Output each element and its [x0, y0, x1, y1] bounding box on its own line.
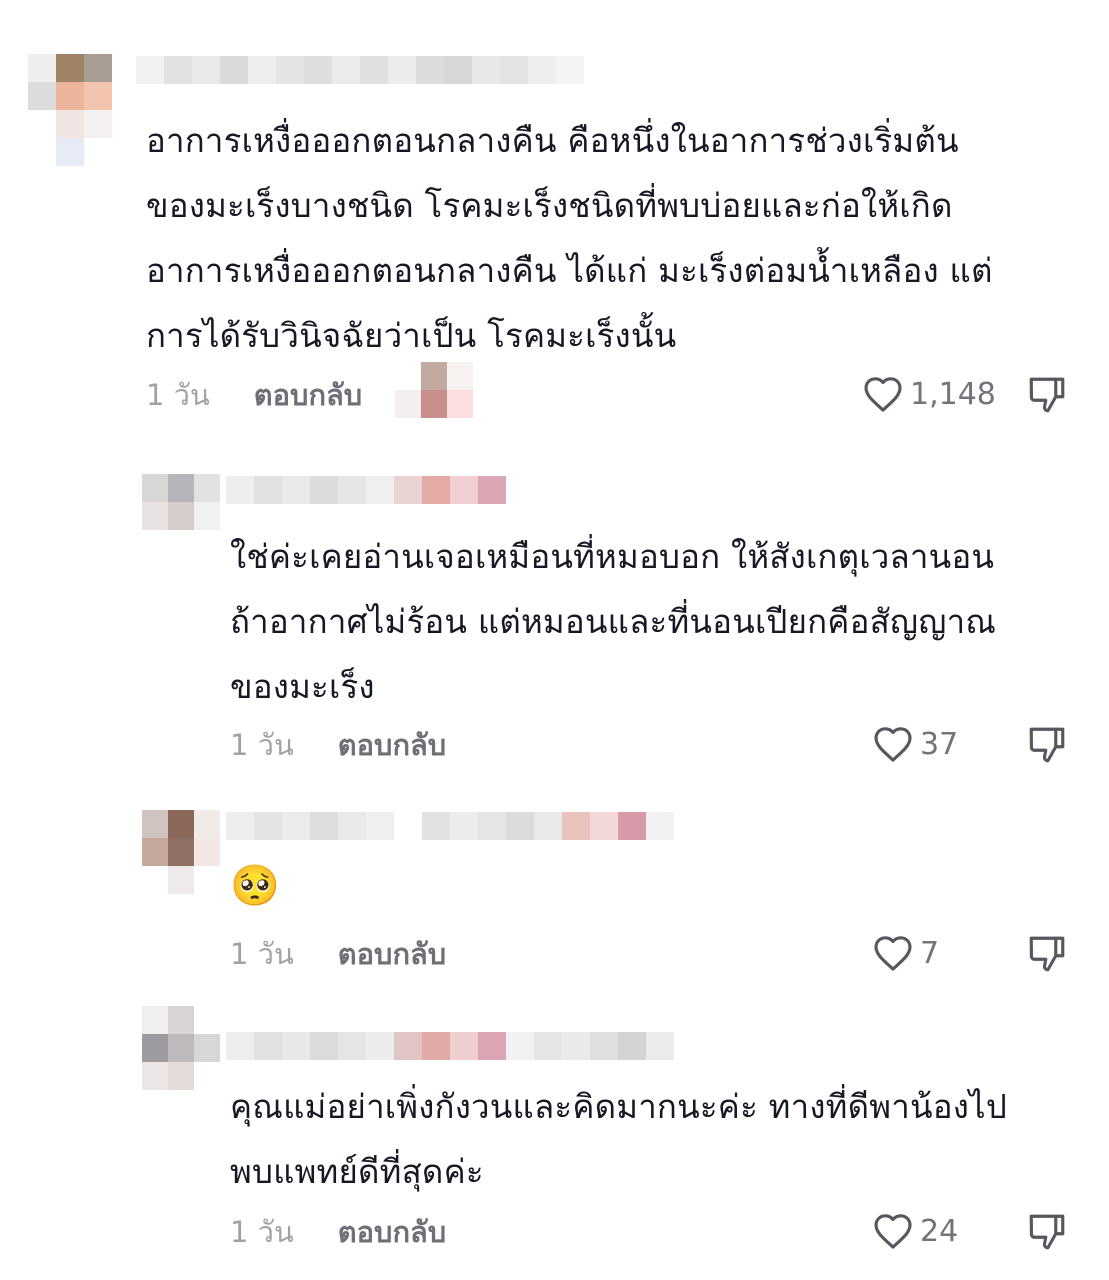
like-button[interactable]: 7 — [872, 933, 939, 973]
thumbs-down-icon — [1029, 377, 1065, 413]
comment-line: ใช่ค่ะเคยอ่านเจอเหมือนที่หมอบอก ให้สังเก… — [230, 537, 995, 576]
comment-line: คุณแม่อย่าเพิ่งกังวนและคิดมากนะค่ะ ทางที… — [230, 1087, 1007, 1126]
like-button[interactable]: 24 — [872, 1211, 958, 1251]
like-button[interactable]: 1,148 — [862, 374, 996, 414]
heart-icon — [874, 1214, 912, 1249]
reply-button[interactable]: ตอบกลับ — [338, 931, 446, 977]
comment-line: ของมะเร็งบางชนิด โรคมะเร็งชนิดที่พบบ่อยแ… — [146, 186, 953, 225]
comment-text: คุณแม่อย่าเพิ่งกังวนและคิดมากนะค่ะ ทางที… — [230, 1074, 1007, 1204]
comment-line: พบแพทย์ดีที่สุดค่ะ — [230, 1152, 484, 1191]
username-redacted[interactable] — [226, 476, 506, 504]
timestamp: 1 วัน — [146, 378, 210, 412]
avatar[interactable] — [142, 474, 220, 530]
like-count: 7 — [920, 935, 940, 971]
comment-line: อาการเหงื่อออกตอนกลางคืน คือหนึ่งในอาการ… — [146, 121, 959, 160]
dislike-button[interactable] — [1026, 374, 1068, 420]
comment-text: ใช่ค่ะเคยอ่านเจอเหมือนที่หมอบอก ให้สังเก… — [230, 524, 996, 719]
dislike-button[interactable] — [1026, 724, 1068, 770]
reply-button[interactable]: ตอบกลับ — [254, 372, 362, 418]
reply-button[interactable]: ตอบกลับ — [338, 722, 446, 768]
timestamp: 1 วัน — [230, 728, 294, 762]
dislike-button[interactable] — [1026, 933, 1068, 979]
timestamp: 1 วัน — [230, 1215, 294, 1249]
like-count: 37 — [920, 726, 959, 762]
reply-button[interactable]: ตอบกลับ — [338, 1209, 446, 1255]
like-button[interactable]: 37 — [872, 724, 958, 764]
avatar[interactable] — [28, 54, 112, 166]
comment-line: ถ้าอากาศไม่ร้อน แต่หมอนและที่นอนเปียกคือ… — [230, 602, 997, 641]
comment-line: ของมะเร็ง — [230, 667, 375, 706]
like-count: 24 — [920, 1213, 959, 1249]
heart-icon — [864, 377, 902, 412]
like-count: 1,148 — [910, 376, 996, 412]
avatar[interactable] — [142, 1006, 220, 1090]
creator-badge-redacted — [395, 362, 473, 418]
comment-line: อาการเหงื่อออกตอนกลางคืน ได้แก่ มะเร็งต่… — [146, 251, 993, 290]
username-redacted[interactable] — [226, 812, 674, 840]
username-redacted[interactable] — [226, 1032, 674, 1060]
heart-icon — [874, 727, 912, 762]
thumbs-down-icon — [1029, 936, 1065, 972]
comment-line: การได้รับวินิจฉัยว่าเป็น โรคมะเร็งนั้น — [146, 316, 677, 355]
emoji-pleading-face: 🥺 — [230, 863, 280, 909]
dislike-button[interactable] — [1026, 1211, 1068, 1257]
comment-text: อาการเหงื่อออกตอนกลางคืน คือหนึ่งในอาการ… — [146, 108, 993, 368]
thumbs-down-icon — [1029, 727, 1065, 763]
thumbs-down-icon — [1029, 1214, 1065, 1250]
heart-icon — [874, 936, 912, 971]
avatar[interactable] — [142, 810, 220, 894]
username-redacted[interactable] — [136, 56, 584, 84]
timestamp: 1 วัน — [230, 937, 294, 971]
